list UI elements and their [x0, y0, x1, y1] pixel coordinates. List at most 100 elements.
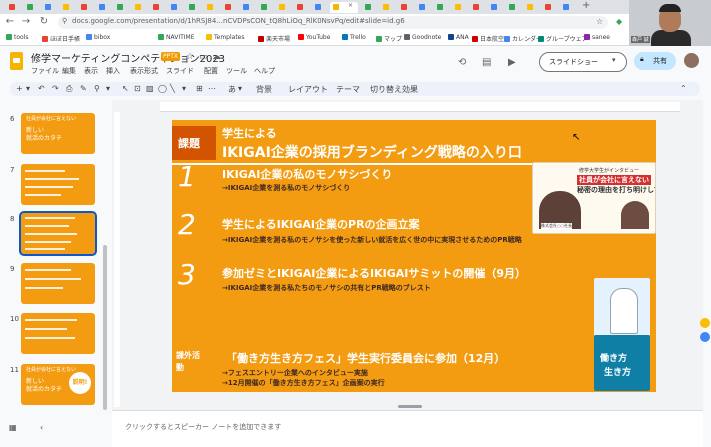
browser-tab[interactable] — [416, 2, 431, 13]
chevron-down-icon[interactable]: ▾ — [238, 84, 242, 93]
browser-tab[interactable] — [312, 2, 327, 13]
browser-tab[interactable] — [132, 2, 147, 13]
forward-icon[interactable]: → — [20, 16, 32, 27]
bookmark-item[interactable]: NAVITIME — [158, 34, 195, 41]
menu-edit[interactable]: 編集 — [62, 66, 76, 76]
star-icon[interactable]: ☆ — [186, 52, 194, 62]
line-icon[interactable]: ╲ — [170, 84, 175, 93]
browser-tab-active[interactable]: × — [330, 2, 358, 13]
new-tab-icon[interactable]: + — [582, 0, 590, 11]
avatar[interactable] — [684, 53, 699, 68]
reload-icon[interactable]: ↻ — [38, 16, 50, 27]
browser-tab[interactable] — [24, 2, 39, 13]
star-icon[interactable]: ☆ — [596, 17, 603, 26]
cloud-status-icon[interactable]: ☁ — [212, 52, 221, 62]
browser-tab[interactable] — [434, 2, 449, 13]
bookmark-item[interactable]: ほぼ日手帳 — [42, 34, 80, 43]
bookmark-item[interactable]: Trello — [342, 34, 366, 41]
bookmark-item[interactable]: 日本航空 — [472, 34, 504, 43]
shape-icon[interactable]: ◯ — [158, 84, 167, 93]
calendar-icon[interactable] — [700, 318, 710, 328]
slide-thumbnail-selected[interactable] — [19, 211, 97, 256]
layout-button[interactable]: レイアウト — [288, 84, 328, 95]
grid-view-icon[interactable]: ▦ — [9, 423, 17, 432]
browser-tab[interactable] — [204, 2, 219, 13]
browser-tab[interactable] — [276, 2, 291, 13]
back-icon[interactable]: ← — [4, 16, 16, 27]
browser-tab[interactable] — [6, 2, 21, 13]
meet-icon[interactable]: ▶ — [508, 57, 516, 68]
slide-thumbnail[interactable]: 社員が会社に言えない 新しい 就活のカタチ 説明! — [21, 364, 95, 405]
menu-insert[interactable]: 挿入 — [106, 66, 120, 76]
browser-tab[interactable] — [96, 2, 111, 13]
redo-icon[interactable]: ↷ — [52, 84, 59, 93]
chevron-down-icon[interactable]: ▾ — [26, 84, 30, 93]
image-icon[interactable]: ▨ — [146, 84, 154, 93]
bookmark-item[interactable]: tools — [6, 34, 29, 41]
comment-add-icon[interactable]: ⊞ — [196, 84, 203, 93]
browser-tab[interactable] — [452, 2, 467, 13]
chevron-up-icon[interactable]: ⌃ — [680, 84, 687, 93]
print-icon[interactable]: ⎙ — [66, 84, 72, 94]
comments-icon[interactable]: ▤ — [482, 57, 491, 68]
background-button[interactable]: 背景 — [256, 84, 272, 95]
transition-button[interactable]: 切り替え効果 — [370, 84, 418, 95]
slide-thumbnail[interactable] — [21, 263, 95, 304]
menu-help[interactable]: ヘルプ — [254, 66, 275, 76]
browser-tab[interactable] — [114, 2, 129, 13]
browser-tab[interactable] — [542, 2, 557, 13]
browser-tab[interactable] — [488, 2, 503, 13]
menu-view[interactable]: 表示 — [84, 66, 98, 76]
zoom-icon[interactable]: ⚲ — [94, 84, 100, 93]
chevron-down-icon[interactable]: ▾ — [612, 56, 616, 64]
bookmark-item[interactable]: カレンダー — [504, 34, 542, 43]
slides-logo-icon[interactable] — [10, 52, 23, 70]
omnibox[interactable]: ⚲ docs.google.com/presentation/d/1hRSJ84… — [58, 16, 608, 29]
browser-tab[interactable] — [506, 2, 521, 13]
menu-slide[interactable]: スライド — [166, 66, 194, 76]
more-icon[interactable]: ⋯ — [208, 84, 216, 93]
select-cursor-icon[interactable]: ↖ — [122, 84, 129, 93]
browser-tab[interactable] — [470, 2, 485, 13]
browser-tab[interactable] — [42, 2, 57, 13]
filmstrip-scrollbar[interactable] — [103, 245, 107, 410]
browser-tab[interactable] — [240, 2, 255, 13]
move-folder-icon[interactable]: ▭ — [199, 52, 208, 62]
bookmark-item[interactable]: マップ — [376, 34, 402, 43]
browser-tab[interactable] — [362, 2, 377, 13]
document-title[interactable]: 修学マーケティングコンペティション2023 — [31, 50, 225, 65]
chevron-down-icon[interactable]: ▾ — [106, 84, 110, 93]
history-icon[interactable]: ⟲ — [458, 57, 466, 68]
text-box-icon[interactable]: ⊡ — [134, 84, 141, 93]
slide-thumbnail[interactable] — [21, 164, 95, 205]
menu-arrange[interactable]: 配置 — [204, 66, 218, 76]
speaker-notes-placeholder[interactable]: クリックするとスピーカー ノートを追加できます — [125, 422, 281, 432]
bookmark-item[interactable]: bibox — [86, 34, 110, 41]
site-info-icon[interactable]: ⚲ — [62, 17, 67, 25]
browser-tab[interactable] — [398, 2, 413, 13]
bookmark-item[interactable]: 楽天市場 — [258, 34, 290, 43]
browser-tab[interactable] — [78, 2, 93, 13]
browser-tab[interactable] — [524, 2, 539, 13]
extension-icon[interactable]: ◆ — [616, 17, 622, 26]
browser-tab[interactable] — [150, 2, 165, 13]
browser-tab[interactable] — [380, 2, 395, 13]
bookmark-item[interactable]: グループウェア — [538, 34, 588, 43]
browser-tab[interactable] — [258, 2, 273, 13]
menu-tools[interactable]: ツール — [226, 66, 247, 76]
notes-resize-handle[interactable] — [398, 405, 422, 408]
bookmark-item[interactable]: ANA — [448, 34, 469, 41]
slide-thumbnail[interactable]: 社員が会社に言えない 新しい 就活のカタチ — [21, 113, 95, 154]
chevron-down-icon[interactable]: ▾ — [182, 84, 186, 93]
slide-canvas[interactable]: 課題 学生による IKIGAI企業の採用ブランディング戦略の入り口 1 IKIG… — [172, 120, 656, 392]
undo-icon[interactable]: ↶ — [38, 84, 45, 93]
url-text[interactable]: docs.google.com/presentation/d/1hRSJ84..… — [72, 17, 592, 25]
paint-format-icon[interactable]: ✎ — [80, 84, 87, 93]
bookmark-item[interactable]: YouTube — [298, 34, 330, 41]
browser-tab[interactable] — [168, 2, 183, 13]
share-button[interactable]: 🔒︎ 共有 — [634, 52, 676, 70]
keep-icon[interactable] — [700, 332, 710, 342]
new-slide-icon[interactable]: + — [16, 84, 23, 93]
browser-tab[interactable] — [560, 2, 575, 13]
slide-thumbnail[interactable] — [21, 313, 95, 354]
